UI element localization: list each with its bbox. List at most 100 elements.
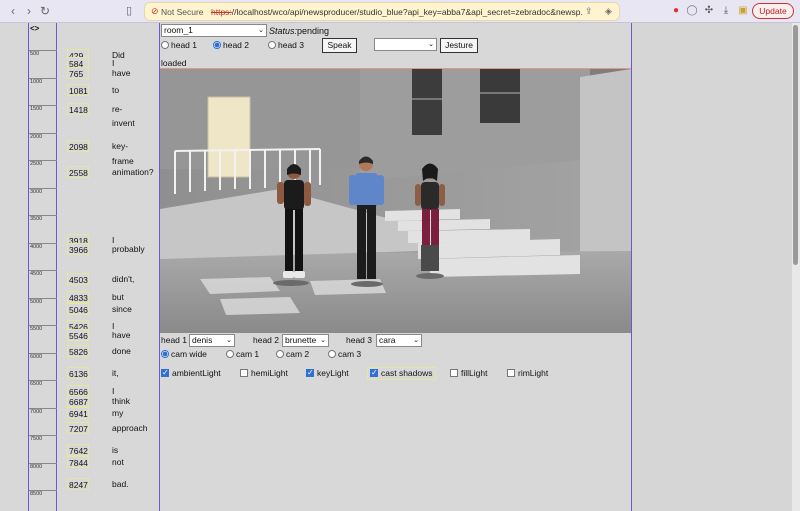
gesture-select[interactable]: ⌄: [374, 38, 437, 51]
scene-controls: head 1 denis ⌄ head 2 brunette ⌄ head 3 ca…: [160, 333, 631, 413]
checkbox-icon: [370, 367, 378, 378]
room-select[interactable]: room_1 ⌄: [161, 24, 267, 37]
ruler-tick: 3500: [29, 215, 57, 223]
fill-light-checkbox[interactable]: fillLight: [450, 368, 487, 379]
head-1-radio[interactable]: head 1: [161, 40, 197, 51]
radio-icon: [213, 41, 221, 49]
3d-viewport[interactable]: [160, 69, 631, 333]
url-text[interactable]: https://localhost/wco/api/newsproducer/s…: [211, 7, 583, 17]
word-timestamp[interactable]: 7844: [67, 456, 89, 468]
word-timestamp[interactable]: 3966: [67, 243, 89, 255]
bookmark-icon[interactable]: ▯: [126, 4, 132, 17]
browser-toolbar: ‹ › ↻ ▯ ⊘ Not Secure https://localhost/w…: [0, 0, 800, 23]
ruler-tick: 4000: [29, 243, 57, 251]
ruler-tick: 1000: [29, 78, 57, 86]
transcript-word: think: [112, 396, 130, 406]
warning-icon: ⊘: [151, 6, 159, 16]
ruler-tick: 5000: [29, 298, 57, 306]
back-icon[interactable]: ‹: [6, 4, 20, 18]
cast-shadows-checkbox[interactable]: cast shadows: [367, 367, 436, 380]
transcript-word: my: [112, 408, 124, 418]
head-3-select[interactable]: cara ⌄: [376, 334, 422, 347]
vertical-scrollbar[interactable]: [792, 23, 800, 511]
transcript-word: invent: [112, 118, 135, 128]
word-timestamp[interactable]: 4833: [67, 291, 89, 303]
word-timestamp[interactable]: 8247: [67, 478, 89, 490]
cam-1-radio[interactable]: cam 1: [226, 349, 259, 360]
word-timestamp[interactable]: 2098: [67, 140, 89, 152]
chevron-down-icon: ⌄: [258, 27, 264, 34]
head-2-radio[interactable]: head 2: [213, 40, 249, 51]
word-timestamp[interactable]: 1081: [67, 84, 89, 96]
share-icon[interactable]: ⇪: [585, 6, 593, 17]
radio-icon: [161, 41, 169, 49]
speak-button[interactable]: Speak: [322, 38, 357, 53]
word-timestamp[interactable]: 6136: [67, 367, 89, 379]
forward-icon[interactable]: ›: [22, 4, 36, 18]
scene-render: [160, 69, 631, 333]
extension-red-icon[interactable]: ●: [670, 5, 682, 17]
cam-wide-label: cam wide: [171, 349, 207, 359]
word-timestamp[interactable]: 2558: [67, 166, 89, 178]
transcript-word: to: [112, 85, 120, 95]
rim-light-label: rimLight: [518, 368, 549, 378]
word-timestamp[interactable]: 5546: [67, 329, 89, 341]
cam-3-radio[interactable]: cam 3: [328, 349, 361, 360]
ruler-caret[interactable]: <>: [30, 24, 39, 33]
wallet-icon[interactable]: ▣: [737, 5, 749, 17]
fill-light-label: fillLight: [461, 368, 488, 378]
head-1-value: denis: [192, 335, 213, 345]
status-label: Status:: [269, 26, 298, 36]
radio-icon: [328, 350, 336, 358]
update-button[interactable]: Update: [752, 3, 794, 19]
ruler-tick: 7500: [29, 435, 57, 443]
word-timestamp[interactable]: 6941: [67, 407, 89, 419]
transcript-word: key-: [112, 141, 129, 151]
ruler-tick: 7000: [29, 408, 57, 416]
brave-shield-icon[interactable]: ◈: [605, 6, 612, 17]
puzzle-icon[interactable]: ✣: [703, 5, 715, 17]
radio-icon: [161, 350, 169, 358]
ruler-tick: 500: [29, 50, 57, 58]
chevron-down-icon: ⌄: [226, 337, 232, 344]
word-timestamp[interactable]: 5826: [67, 345, 89, 357]
key-light-checkbox[interactable]: keyLight: [306, 367, 349, 379]
address-bar[interactable]: ⊘ Not Secure https://localhost/wco/api/n…: [144, 2, 620, 21]
head-2-select[interactable]: brunette ⌄: [282, 334, 329, 347]
head-3-value: cara: [379, 335, 396, 345]
ruler-tick: 2000: [29, 133, 57, 141]
reload-icon[interactable]: ↻: [38, 4, 52, 18]
word-timestamp[interactable]: 7207: [67, 422, 89, 434]
transcript-word: not: [112, 457, 124, 467]
ruler-tick: 2500: [29, 160, 57, 168]
cam-2-radio[interactable]: cam 2: [276, 349, 309, 360]
studio-panel: room_1 ⌄ Status:pending head 1 head 2 hea…: [160, 23, 632, 511]
ruler-tick: 3000: [29, 188, 57, 196]
cam-wide-radio[interactable]: cam wide: [161, 349, 207, 360]
word-timestamp[interactable]: 7642: [67, 444, 89, 456]
hemi-light-checkbox[interactable]: hemiLight: [240, 368, 288, 379]
page: <> 500 1000 1500 2000 2500 3000 3500 4000 4500 50…: [0, 23, 800, 511]
chevron-down-icon: ⌄: [320, 337, 326, 344]
transcript-word: approach: [112, 423, 148, 433]
head-1-select[interactable]: denis ⌄: [189, 334, 235, 347]
download-icon[interactable]: ⤓: [720, 5, 732, 17]
word-timestamp[interactable]: 5046: [67, 303, 89, 315]
transcript-word: probably: [112, 244, 145, 254]
word-timestamp[interactable]: 4503: [67, 273, 89, 285]
room-select-value: room_1: [164, 25, 193, 35]
scrollbar-thumb[interactable]: [793, 25, 798, 265]
jesture-button[interactable]: Jesture: [440, 38, 478, 53]
ambient-light-checkbox[interactable]: ambientLight: [161, 367, 221, 379]
transcript-word: bad.: [112, 479, 129, 489]
word-timestamp[interactable]: 6687: [67, 395, 89, 407]
word-timestamp[interactable]: 1418: [67, 103, 89, 115]
head-3-radio[interactable]: head 3: [268, 40, 304, 51]
transcript-word: since: [112, 304, 132, 314]
extension-circle-icon[interactable]: ◯: [686, 5, 698, 17]
head-3-label: head 3: [346, 335, 372, 345]
word-timestamp[interactable]: 765: [67, 67, 89, 79]
rim-light-checkbox[interactable]: rimLight: [507, 368, 548, 379]
empty-page-area: [632, 23, 800, 511]
transcript-word: is: [112, 445, 119, 455]
